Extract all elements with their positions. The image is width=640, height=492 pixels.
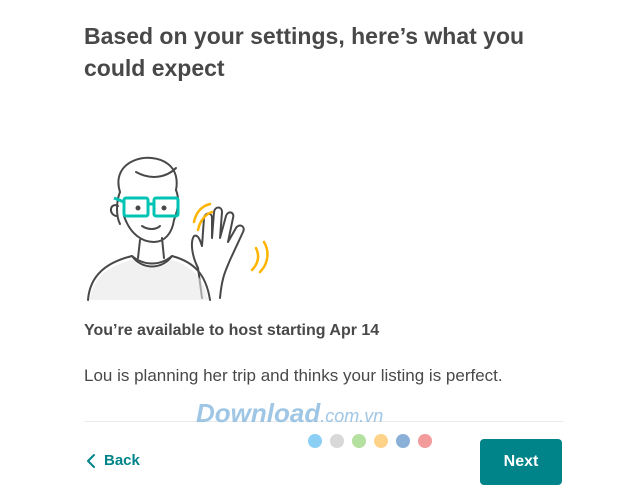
back-button-label: Back [104,452,140,469]
waving-host-illustration [80,150,280,302]
guest-description: Lou is planning her trip and thinks your… [84,366,503,385]
progress-dot [330,434,344,448]
progress-dot [308,434,322,448]
page-title: Based on your settings, here’s what you … [84,23,525,81]
back-button[interactable]: Back [86,452,140,469]
watermark-suffix: .com.vn [320,406,384,426]
progress-dot [352,434,366,448]
watermark: Download.com.vn [196,398,383,429]
availability-subtitle: You’re available to host starting Apr 14 [84,322,380,339]
next-button[interactable]: Next [480,439,562,485]
progress-dots [308,434,432,448]
progress-dot [418,434,432,448]
chevron-left-icon [86,453,96,469]
progress-dot [374,434,388,448]
watermark-main: Download [196,398,321,428]
progress-dot [396,434,410,448]
page: Based on your settings, here’s what you … [0,0,640,492]
